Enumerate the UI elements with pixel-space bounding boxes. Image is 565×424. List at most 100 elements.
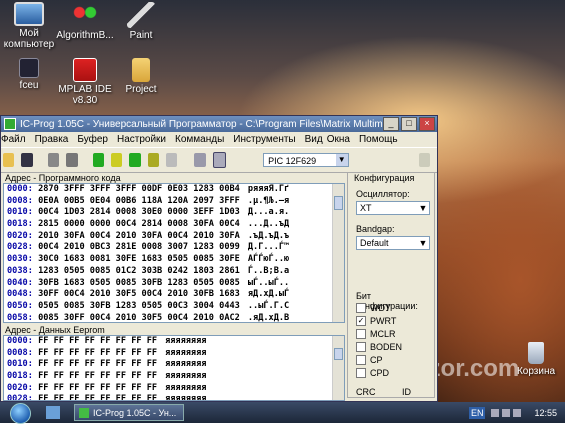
hex-address: 0020: (7, 230, 33, 241)
menu-commands[interactable]: Комманды (175, 134, 224, 145)
hex-row[interactable]: 0008: 0E0A 00B5 0E04 00B6 118A 120A 2097… (4, 196, 344, 208)
eeprom-scrollbar[interactable] (332, 336, 344, 400)
program-scrollbar[interactable] (332, 184, 344, 322)
menu-edit[interactable]: Правка (35, 134, 69, 145)
menu-settings[interactable]: Настройки (117, 134, 166, 145)
minimize-button[interactable]: _ (383, 117, 399, 131)
hex-address: 0050: (7, 300, 33, 311)
checkbox[interactable] (356, 342, 366, 352)
hex-row[interactable]: 0020: 2010 30FA 00C4 2010 30FA 00C4 2010… (4, 231, 344, 243)
config-bit-boden[interactable]: BODEN (356, 342, 402, 352)
device-select[interactable]: PIC 12F629 ▼ (263, 153, 349, 167)
close-button[interactable]: × (419, 117, 435, 131)
hex-row[interactable]: 0010: 00C4 1D03 2814 0008 30E0 0000 3EFF… (4, 207, 344, 219)
taskbar-item-icprog[interactable]: IC-Prog 1.05C - Ун... (74, 404, 184, 421)
paint-icon (127, 2, 155, 28)
hex-row[interactable]: 0018: FF FF FF FF FF FF FF FF яяяяяяяя (4, 371, 344, 383)
view-buffer-icon[interactable] (194, 153, 206, 167)
network-icon[interactable] (491, 408, 500, 417)
hex-row[interactable]: 0000: 2870 3FFF 3FFF 3FFF 00DF 0E03 1283… (4, 184, 344, 196)
blank-check-icon[interactable] (166, 153, 178, 167)
config-bit-mclr[interactable]: MCLR (356, 329, 396, 339)
hex-row[interactable]: 0018: 2815 0000 0000 00C4 2814 0008 30FA… (4, 219, 344, 231)
hex-address: 0010: (7, 207, 33, 218)
program-code-grid[interactable]: 0000: 2870 3FFF 3FFF 3FFF 00DF 0E03 1283… (3, 183, 345, 323)
scrollbar-thumb[interactable] (334, 196, 343, 210)
config-panel: Конфигурация Осциллятор: XT ▼ Bandgap: D… (347, 172, 435, 398)
device-select-value: PIC 12F629 (268, 156, 317, 166)
hex-ascii: ...Д..ъД (247, 219, 290, 230)
desktop-icon-project[interactable]: Project (106, 58, 176, 95)
checkbox[interactable]: ✓ (356, 316, 366, 326)
desktop-icon-label: Paint (129, 30, 153, 41)
read-all-icon[interactable] (92, 153, 104, 167)
programmer-icon[interactable] (66, 153, 78, 167)
checkbox[interactable] (356, 355, 366, 365)
algorithm-icon (71, 2, 99, 28)
maximize-button[interactable]: □ (401, 117, 417, 131)
save-icon[interactable] (21, 153, 33, 167)
menu-buffer[interactable]: Буфер (77, 134, 108, 145)
checkbox[interactable] (356, 368, 366, 378)
hex-address: 0018: (7, 371, 33, 382)
language-indicator[interactable]: EN (468, 406, 486, 419)
start-button[interactable] (10, 403, 31, 424)
hex-row[interactable]: 0008: FF FF FF FF FF FF FF FF яяяяяяяя (4, 348, 344, 360)
hex-address: 0010: (7, 359, 33, 370)
hex-row[interactable]: 0028: 00C4 2010 0BC3 281E 0008 3007 1283… (4, 242, 344, 254)
erase-all-icon[interactable] (129, 153, 141, 167)
hex-values: FF FF FF FF FF FF FF FF (38, 371, 158, 382)
show-desktop-icon[interactable] (46, 406, 60, 419)
desktop-icon-label: Project (125, 84, 157, 95)
eeprom-grid[interactable]: 0000: FF FF FF FF FF FF FF FF яяяяяяяя 000… (3, 335, 345, 401)
hex-values: 2870 3FFF 3FFF 3FFF 00DF 0E03 1283 00B4 (38, 184, 240, 194)
menu-view[interactable]: Вид (305, 134, 323, 145)
program-all-icon[interactable] (110, 153, 123, 167)
volume-icon[interactable] (502, 408, 511, 417)
hex-row[interactable]: 0038: 1283 0505 0085 01C2 303B 0242 1803… (4, 266, 344, 278)
hex-values: 00C4 2010 0BC3 281E 0008 3007 1283 0099 (38, 242, 240, 253)
menu-windows[interactable]: Окна (327, 134, 350, 145)
chip-icon[interactable] (47, 153, 60, 167)
verify-icon[interactable] (147, 153, 159, 167)
menu-tools[interactable]: Инструменты (233, 134, 295, 145)
config-bit-wdt[interactable]: WDT (356, 303, 391, 313)
checkbox[interactable] (356, 303, 366, 313)
config-bit-pwrt[interactable]: ✓ PWRT (356, 316, 396, 326)
scrollbar-thumb[interactable] (334, 348, 343, 360)
oscillator-select[interactable]: XT ▼ (356, 201, 430, 215)
config-bit-label: CPD (370, 368, 390, 378)
chevron-down-icon: ▼ (417, 237, 429, 249)
help-icon[interactable] (418, 153, 431, 167)
desktop-icon-paint[interactable]: Paint (106, 2, 176, 41)
clock[interactable]: 12:55 (534, 408, 557, 418)
view-config-icon[interactable] (212, 152, 227, 168)
hex-row[interactable]: 0000: FF FF FF FF FF FF FF FF яяяяяяяя (4, 336, 344, 348)
hex-row[interactable]: 0010: FF FF FF FF FF FF FF FF яяяяяяяя (4, 359, 344, 371)
window-titlebar[interactable]: IC-Prog 1.05C - Универсальный Программат… (1, 116, 437, 132)
hex-ascii: Д.Г...Ѓ™ (247, 242, 290, 253)
hex-row[interactable]: 0050: 0505 0085 30FB 1283 0505 00C3 3004… (4, 301, 344, 313)
bandgap-select[interactable]: Default ▼ (356, 236, 430, 250)
hex-ascii: АЃЃюЃ..ю (247, 254, 290, 265)
flag-icon[interactable] (513, 408, 522, 417)
hex-row[interactable]: 0048: 30FF 00C4 2010 30F5 00C4 2010 30FB… (4, 289, 344, 301)
oscillator-label: Осциллятор: (356, 189, 410, 199)
config-bit-cp[interactable]: CP (356, 355, 383, 365)
hex-ascii: .µ.¶Љ.—я (247, 195, 290, 206)
hex-row[interactable]: 0028: FF FF FF FF FF FF FF FF яяяяяяяя (4, 394, 344, 400)
hex-row[interactable]: 0030: 30C0 1683 0081 30FE 1683 0505 0085… (4, 254, 344, 266)
recycle-bin-icon (528, 342, 544, 364)
menu-help[interactable]: Помощь (359, 134, 398, 145)
hex-row[interactable]: 0058: 0085 30FF 00C4 2010 30F5 00C4 2010… (4, 313, 344, 322)
checkbox[interactable] (356, 329, 366, 339)
menu-file[interactable]: Файл (1, 134, 26, 145)
program-code-label: Адрес - Программного кода (5, 173, 121, 183)
icprog-window: IC-Prog 1.05C - Универсальный Программат… (0, 115, 438, 402)
computer-icon (14, 2, 44, 26)
bandgap-label: Bandgap: (356, 224, 395, 234)
config-bit-cpd[interactable]: CPD (356, 368, 389, 378)
hex-row[interactable]: 0020: FF FF FF FF FF FF FF FF яяяяяяяя (4, 383, 344, 395)
open-file-icon[interactable] (3, 153, 15, 167)
hex-row[interactable]: 0040: 30FB 1683 0505 0085 30FB 1283 0505… (4, 278, 344, 290)
